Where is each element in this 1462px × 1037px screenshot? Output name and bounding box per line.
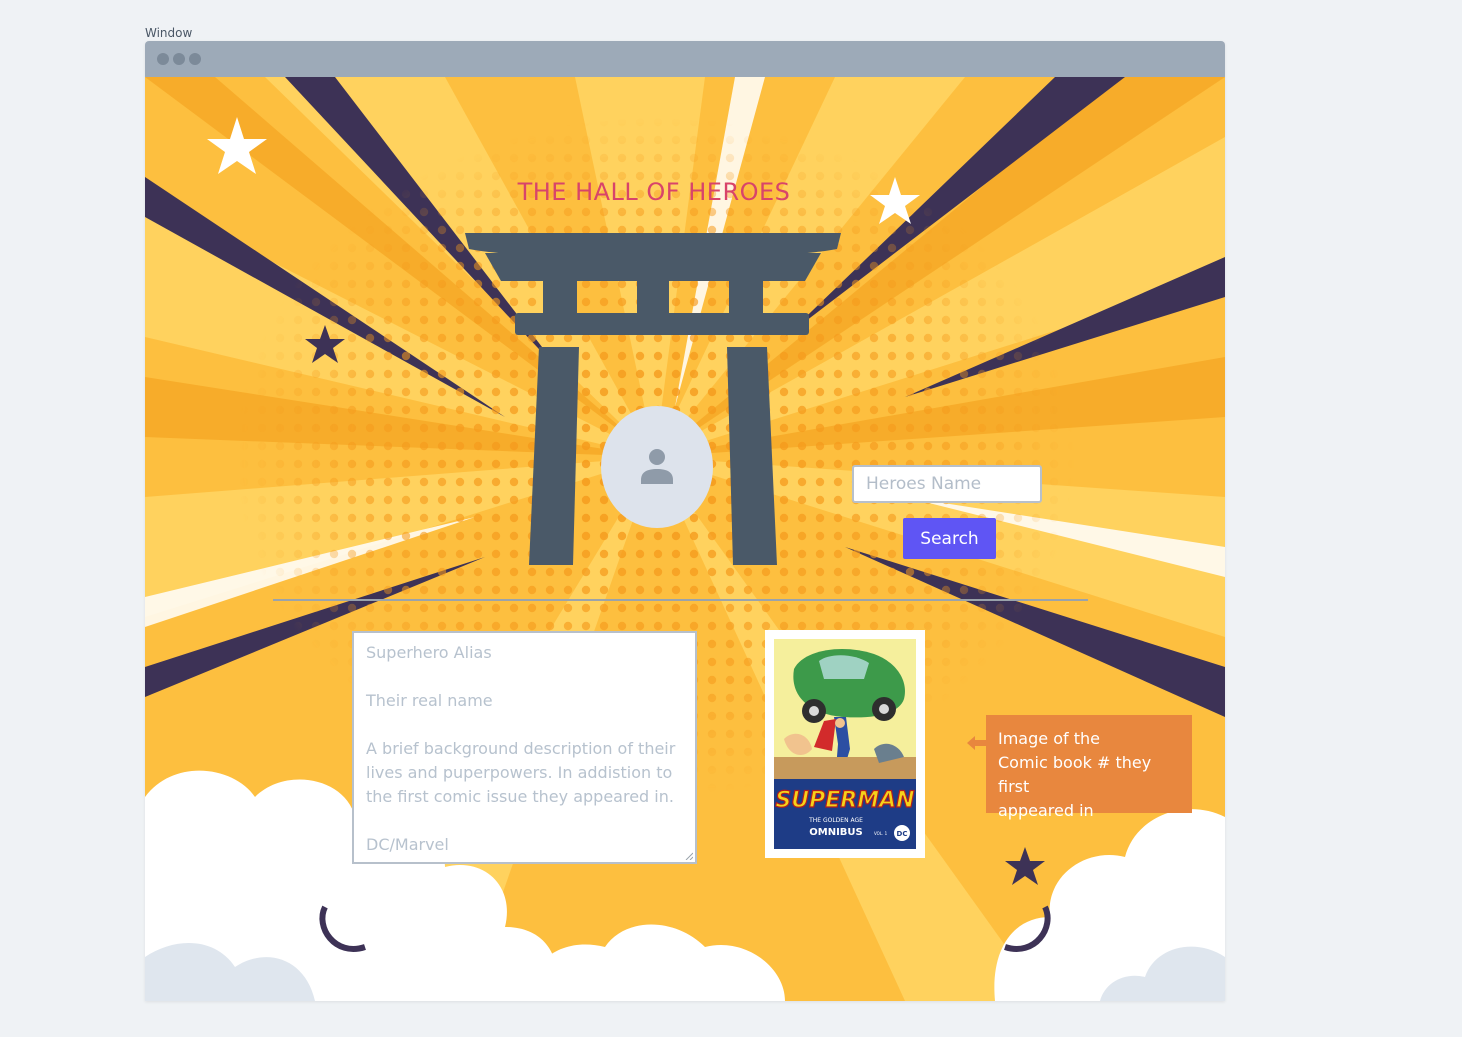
annotation-line-2: Comic book # they first [998, 753, 1152, 796]
comic-cover-image: SUPERMAN THE GOLDEN AGE OMNIBUS VOL. 1 D… [765, 630, 925, 858]
alias-placeholder: Superhero Alias [366, 643, 492, 662]
publisher-placeholder: DC/Marvel [366, 835, 449, 854]
comic-subtitle-2: OMNIBUS [809, 827, 863, 838]
page-title: THE HALL OF HEROES [517, 178, 791, 206]
window-label: Window [145, 26, 193, 40]
dc-logo: DC [897, 830, 908, 838]
hero-description-textarea[interactable]: Superhero Alias Their real name A brief … [352, 631, 697, 864]
comic-title: SUPERMAN [775, 788, 914, 813]
comic-volume: VOL. 1 [874, 831, 888, 836]
window-close-dot[interactable] [157, 53, 169, 65]
window-minimize-dot[interactable] [173, 53, 185, 65]
callout-arrow-icon [967, 736, 987, 750]
window-maximize-dot[interactable] [189, 53, 201, 65]
search-button[interactable]: Search [903, 518, 996, 559]
comic-subtitle-1: THE GOLDEN AGE [808, 817, 863, 824]
comic-cover-art: SUPERMAN THE GOLDEN AGE OMNIBUS VOL. 1 D… [774, 639, 916, 849]
background-placeholder: A brief background description of their … [366, 739, 676, 806]
page-canvas: THE HALL OF HEROES Search Superhero Alia… [145, 77, 1225, 1001]
section-divider [273, 599, 1088, 601]
app-window: THE HALL OF HEROES Search Superhero Alia… [145, 41, 1225, 1001]
hero-search-input[interactable] [852, 465, 1042, 503]
real-name-placeholder: Their real name [366, 691, 493, 710]
comic-image-annotation: Image of the Comic book # they first app… [986, 715, 1192, 820]
resize-grip-icon[interactable] [685, 852, 693, 860]
annotation-line-1: Image of the [998, 729, 1100, 748]
window-titlebar[interactable] [145, 41, 1225, 77]
annotation-line-3: appeared in [998, 801, 1094, 820]
hero-avatar[interactable] [601, 406, 713, 528]
user-silhouette-icon [641, 449, 673, 484]
